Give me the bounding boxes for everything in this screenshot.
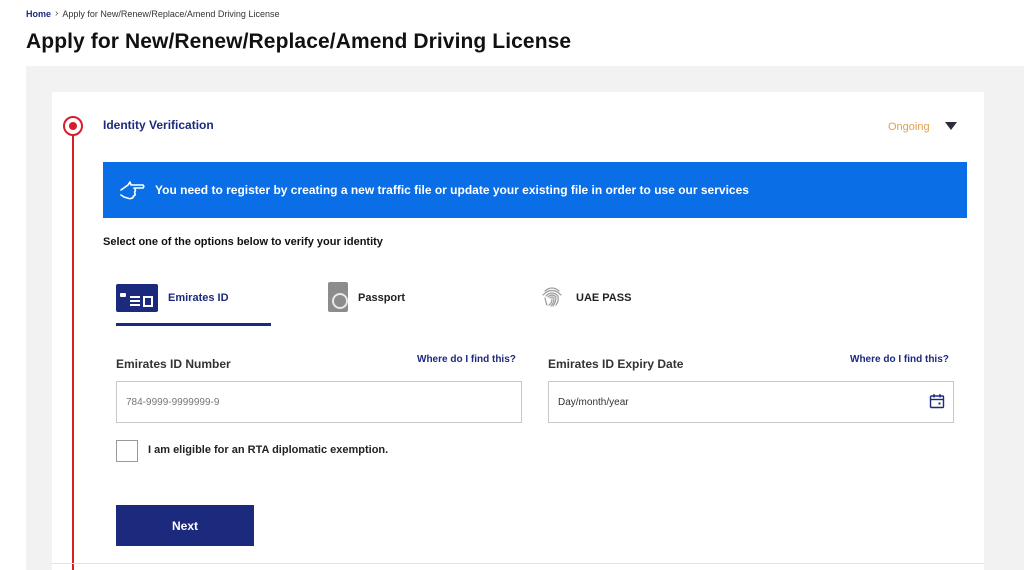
fingerprint-icon (538, 282, 566, 310)
verification-tabs: Emirates ID Passport UAE PASS (116, 280, 816, 326)
page-title: Apply for New/Renew/Replace/Amend Drivin… (26, 30, 572, 53)
diplomatic-exemption-checkbox[interactable] (116, 440, 138, 462)
triangle-down-icon[interactable] (945, 122, 957, 130)
passport-icon (328, 282, 348, 312)
divider (52, 563, 984, 564)
tab-uae-pass[interactable]: UAE PASS (538, 280, 668, 326)
stepper-line (72, 134, 74, 570)
chevron-right-icon: › (55, 8, 59, 19)
pointing-hand-icon (119, 179, 145, 201)
tab-passport[interactable]: Passport (328, 280, 448, 326)
eid-number-label: Emirates ID Number (116, 357, 231, 371)
info-banner: You need to register by creating a new t… (103, 162, 967, 218)
tab-label: UAE PASS (576, 292, 632, 304)
emirates-id-card-icon (116, 284, 158, 312)
eid-expiry-label: Emirates ID Expiry Date (548, 357, 684, 371)
stepper-current-dot (63, 116, 83, 136)
breadcrumb-current: Apply for New/Renew/Replace/Amend Drivin… (62, 8, 280, 19)
calendar-icon[interactable] (929, 393, 945, 409)
eid-number-input[interactable] (116, 381, 522, 423)
eid-expiry-input[interactable] (548, 381, 954, 423)
tab-emirates-id[interactable]: Emirates ID (116, 280, 271, 326)
next-button[interactable]: Next (116, 505, 254, 546)
tab-label: Emirates ID (168, 292, 229, 304)
breadcrumb-home-link[interactable]: Home (26, 9, 51, 19)
breadcrumb: Home › Apply for New/Renew/Replace/Amend… (26, 8, 279, 19)
eid-number-help-link[interactable]: Where do I find this? (417, 354, 516, 365)
diplomatic-exemption-label[interactable]: I am eligible for an RTA diplomatic exem… (148, 444, 388, 456)
step-title[interactable]: Identity Verification (103, 118, 214, 132)
banner-text: You need to register by creating a new t… (155, 183, 749, 197)
step-status: Ongoing (888, 121, 930, 133)
instruction-text: Select one of the options below to verif… (103, 236, 383, 248)
tab-label: Passport (358, 292, 406, 304)
eid-expiry-help-link[interactable]: Where do I find this? (850, 354, 949, 365)
